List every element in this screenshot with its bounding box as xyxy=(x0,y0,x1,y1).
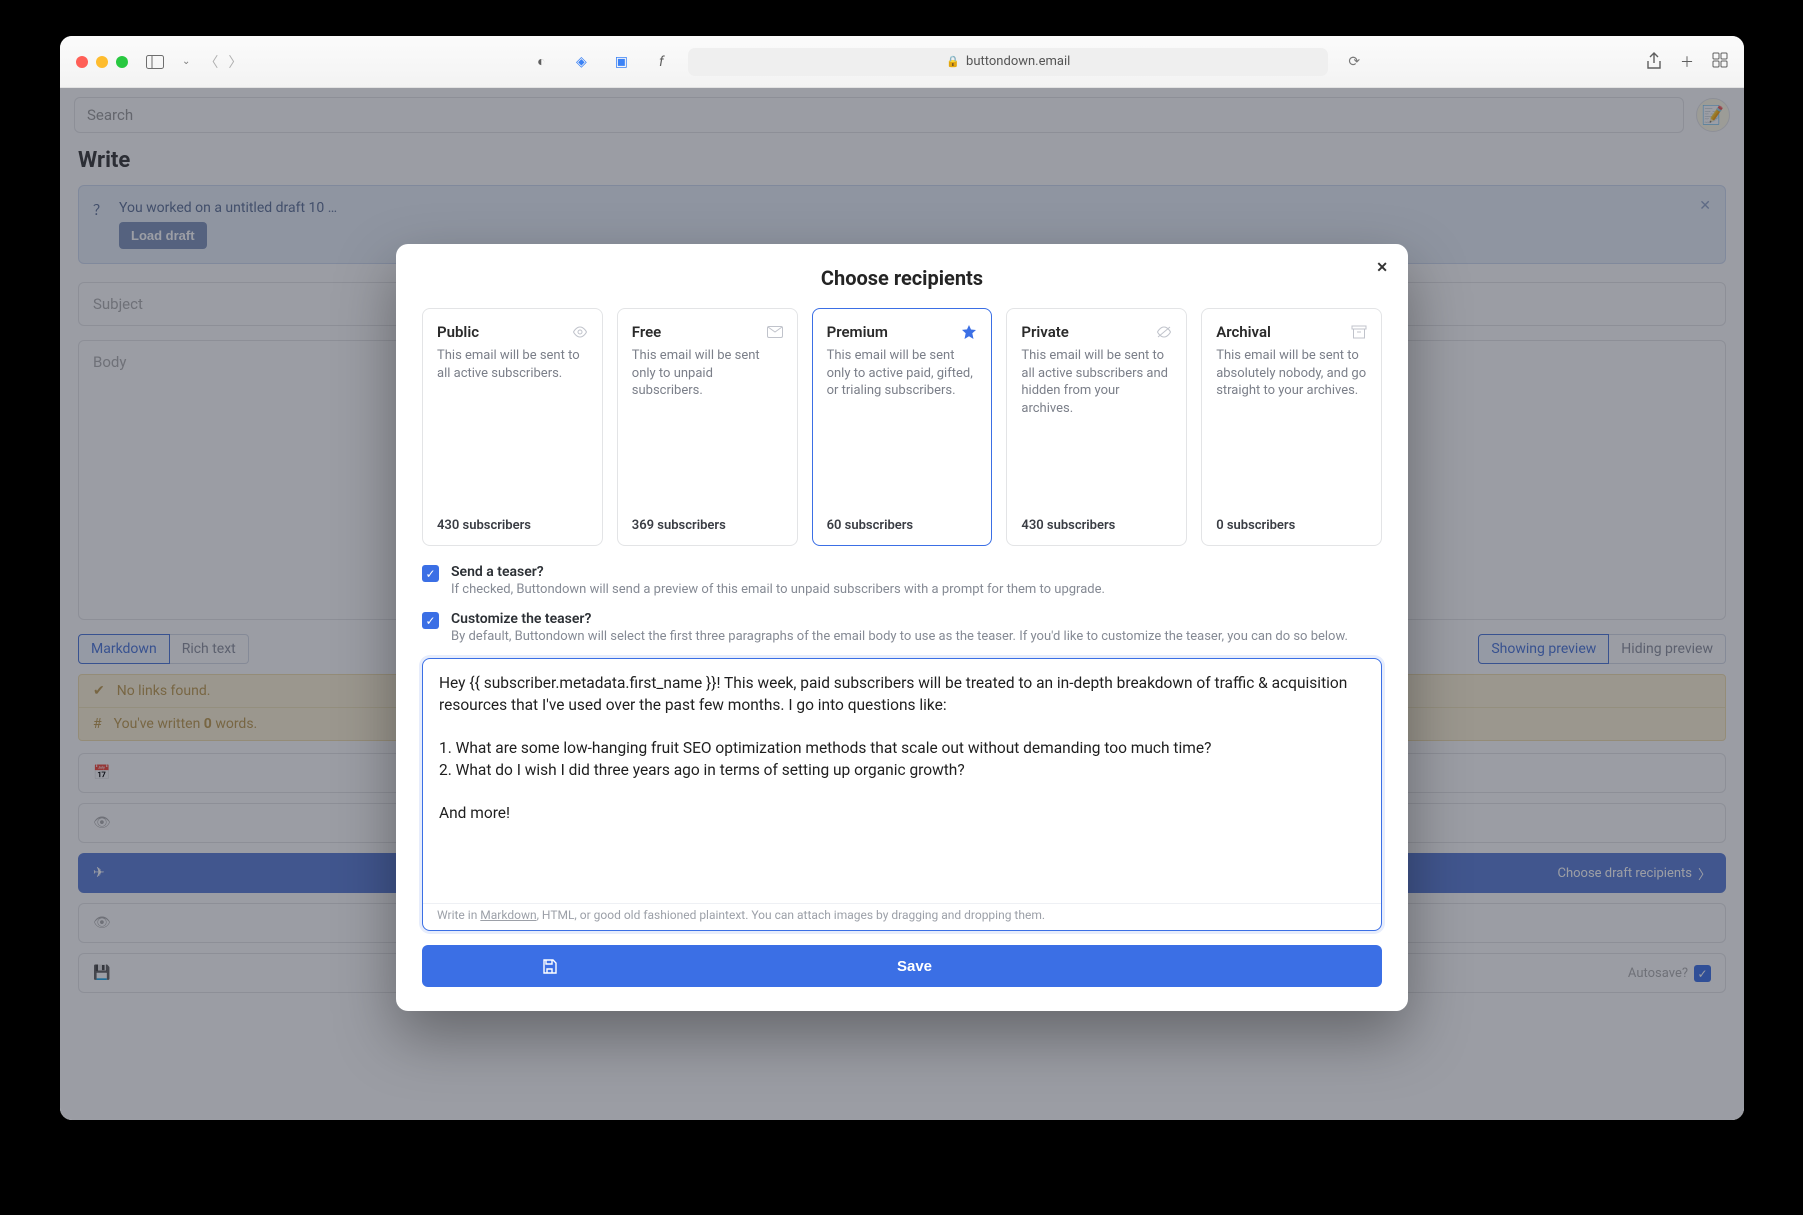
save-disk-icon xyxy=(542,959,557,974)
choose-recipients-modal: ✕ Choose recipients Public This email wi… xyxy=(396,244,1408,1011)
traffic-lights[interactable] xyxy=(76,56,128,68)
sidebar-toggle-button[interactable] xyxy=(142,51,168,73)
send-teaser-option[interactable]: ✓ Send a teaser? If checked, Buttondown … xyxy=(422,564,1382,597)
safari-window: ⌄ 〈 〉 ◐ ◈ ▣ f 🔒 buttondown.email ⟳ ＋ Sea… xyxy=(60,36,1744,1120)
new-tab-button[interactable]: ＋ xyxy=(1680,52,1694,72)
maximize-window-button[interactable] xyxy=(116,56,128,68)
reader-icon[interactable]: f xyxy=(648,51,674,73)
close-window-button[interactable] xyxy=(76,56,88,68)
recipient-card-private[interactable]: Private This email will be sent to all a… xyxy=(1006,308,1187,546)
recipient-card-public[interactable]: Public This email will be sent to all ac… xyxy=(422,308,603,546)
customize-teaser-option[interactable]: ✓ Customize the teaser? By default, Butt… xyxy=(422,611,1382,644)
eye-off-icon xyxy=(1156,325,1172,339)
reload-button[interactable]: ⟳ xyxy=(1348,54,1360,70)
customize-teaser-checkbox[interactable]: ✓ xyxy=(422,612,439,629)
modal-save-button[interactable]: Save xyxy=(422,945,1382,987)
recipient-cards: Public This email will be sent to all ac… xyxy=(422,308,1382,546)
back-button[interactable]: 〈 xyxy=(204,52,218,72)
star-icon xyxy=(961,324,977,340)
extension-icon[interactable]: ▣ xyxy=(608,51,634,73)
send-teaser-checkbox[interactable]: ✓ xyxy=(422,565,439,582)
show-password-icon[interactable]: ◈ xyxy=(568,51,594,73)
share-button[interactable] xyxy=(1646,52,1662,72)
address-bar[interactable]: 🔒 buttondown.email xyxy=(688,48,1328,76)
chevron-down-icon[interactable]: ⌄ xyxy=(182,56,190,67)
modal-title: Choose recipients xyxy=(422,266,1382,290)
url-text: buttondown.email xyxy=(966,54,1070,69)
recipient-card-free[interactable]: Free This email will be sent only to unp… xyxy=(617,308,798,546)
teaser-hint: Write in Markdown, HTML, or good old fas… xyxy=(423,903,1381,930)
recipient-card-premium[interactable]: Premium This email will be sent only to … xyxy=(812,308,993,546)
app-body: Search 📝 Write ？ You worked on a untitle… xyxy=(60,88,1744,1120)
recipient-card-archival[interactable]: Archival This email will be sent to abso… xyxy=(1201,308,1382,546)
forward-button[interactable]: 〉 xyxy=(228,52,242,72)
markdown-link[interactable]: Markdown xyxy=(480,908,536,922)
minimize-window-button[interactable] xyxy=(96,56,108,68)
browser-toolbar: ⌄ 〈 〉 ◐ ◈ ▣ f 🔒 buttondown.email ⟳ ＋ xyxy=(60,36,1744,88)
archive-icon xyxy=(1351,325,1367,339)
teaser-textarea[interactable]: Hey {{ subscriber.metadata.first_name }}… xyxy=(423,659,1381,903)
mail-icon xyxy=(767,326,783,338)
lock-icon: 🔒 xyxy=(946,55,960,68)
tabs-overview-button[interactable] xyxy=(1712,52,1728,72)
shield-icon[interactable]: ◐ xyxy=(528,51,554,73)
modal-close-button[interactable]: ✕ xyxy=(1376,260,1388,276)
teaser-editor: Hey {{ subscriber.metadata.first_name }}… xyxy=(422,658,1382,931)
eye-icon xyxy=(572,326,588,338)
